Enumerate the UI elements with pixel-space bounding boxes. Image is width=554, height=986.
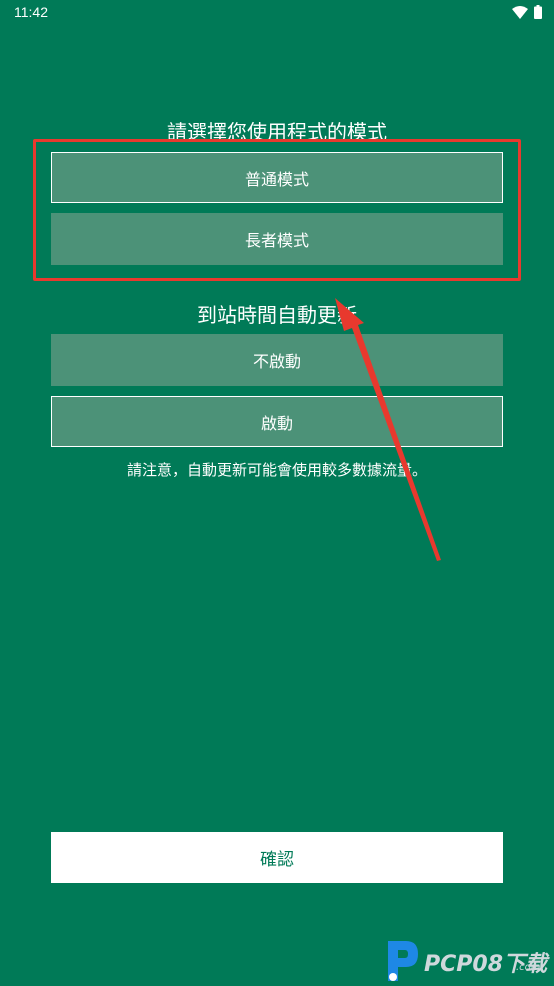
- status-bar: 11:42: [0, 0, 554, 26]
- status-time: 11:42: [14, 4, 48, 20]
- watermark: PCP08下载 .com: [384, 936, 554, 986]
- annotation-arrow-icon: [335, 298, 441, 561]
- annotation-highlight-box: [33, 139, 521, 281]
- confirm-label: 確認: [260, 850, 294, 870]
- wifi-icon: [512, 5, 528, 19]
- confirm-button[interactable]: 確認: [51, 832, 503, 883]
- status-icons: [512, 5, 542, 19]
- data-usage-notice: 請注意，自動更新可能會使用較多數據流量。: [126, 461, 427, 479]
- auto-update-title: 到站時間自動更新: [197, 303, 357, 327]
- watermark-domain: .com: [516, 962, 541, 973]
- update-off-label: 不啟動: [252, 352, 301, 371]
- update-on-label: 啟動: [260, 413, 293, 433]
- battery-icon: [534, 5, 542, 19]
- pcp08-logo-icon: [388, 941, 418, 981]
